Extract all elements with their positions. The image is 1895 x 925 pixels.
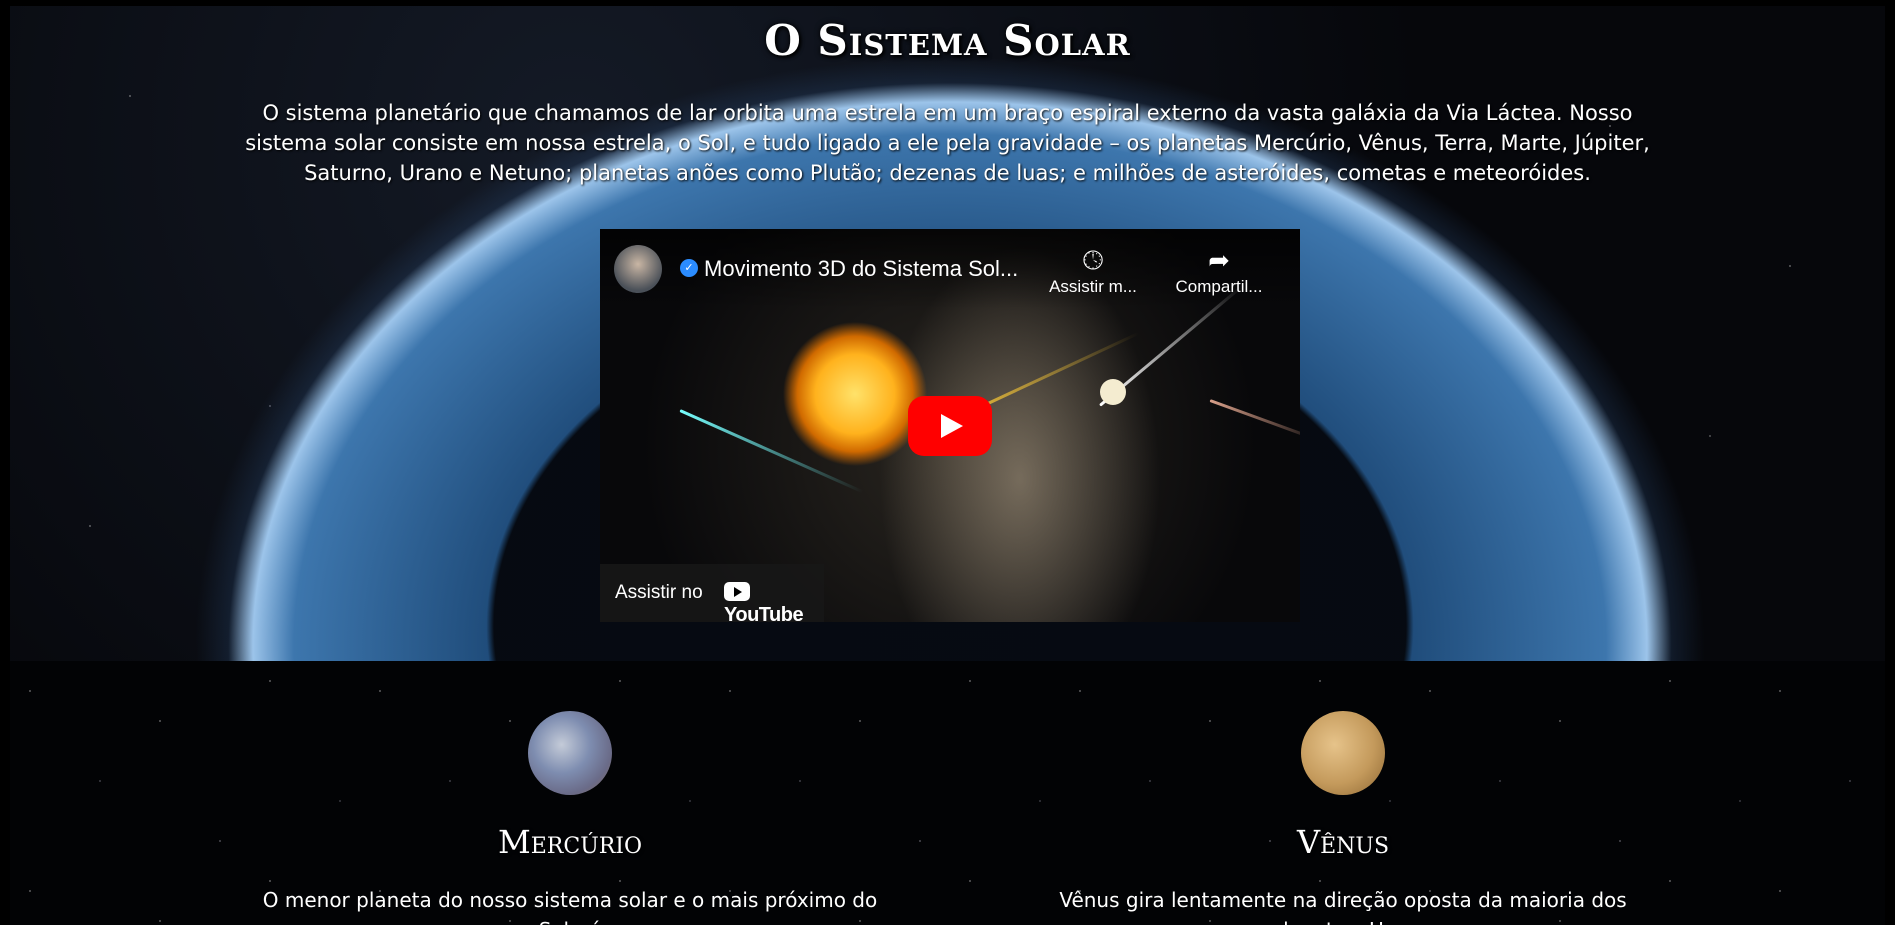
share-arrow-icon: ➦ bbox=[1208, 245, 1230, 275]
share-label: Compartil... bbox=[1175, 277, 1263, 296]
watch-on-youtube-button[interactable]: Assistir no YouTube bbox=[600, 564, 824, 622]
planet-card-venus: Vênus Vênus gira lentamente na direção o… bbox=[1023, 711, 1663, 925]
page-frame: O Sistema Solar O sistema planetário que… bbox=[10, 6, 1885, 925]
channel-avatar[interactable] bbox=[614, 245, 662, 293]
mercury-image bbox=[528, 711, 612, 795]
comet-streak bbox=[1209, 399, 1300, 443]
intro-text: O sistema planetário que chamamos de lar… bbox=[245, 101, 1650, 185]
planet-card-mercurio: Mercúrio O menor planeta do nosso sistem… bbox=[250, 711, 890, 925]
planet-name: Vênus bbox=[1296, 823, 1390, 861]
share-button[interactable]: ➦ Compartil... bbox=[1164, 243, 1274, 297]
video-title[interactable]: Movimento 3D do Sistema Sol... bbox=[704, 256, 1018, 282]
planet-in-video bbox=[1100, 379, 1126, 405]
watch-later-button[interactable]: 🕓︎ Assistir m... bbox=[1038, 243, 1148, 297]
planet-name: Mercúrio bbox=[497, 823, 643, 861]
page-title: O Sistema Solar bbox=[764, 16, 1131, 65]
planet-description: Vênus gira lentamente na direção oposta … bbox=[1059, 888, 1627, 925]
youtube-play-icon bbox=[724, 582, 750, 601]
youtube-logo: YouTube bbox=[724, 581, 824, 622]
watch-later-label: Assistir m... bbox=[1049, 277, 1137, 296]
clock-icon: 🕓︎ bbox=[1082, 245, 1104, 275]
youtube-embed[interactable]: ✓ Movimento 3D do Sistema Sol... 🕓︎ Assi… bbox=[600, 229, 1300, 622]
verified-icon: ✓ bbox=[680, 259, 698, 277]
comet-streak bbox=[679, 409, 864, 494]
watch-on-label: Assistir no bbox=[615, 582, 703, 603]
play-button[interactable] bbox=[908, 396, 992, 456]
youtube-wordmark: YouTube bbox=[724, 604, 804, 622]
planet-description: O menor planeta do nosso sistema solar e… bbox=[262, 888, 878, 925]
venus-image bbox=[1301, 711, 1385, 795]
